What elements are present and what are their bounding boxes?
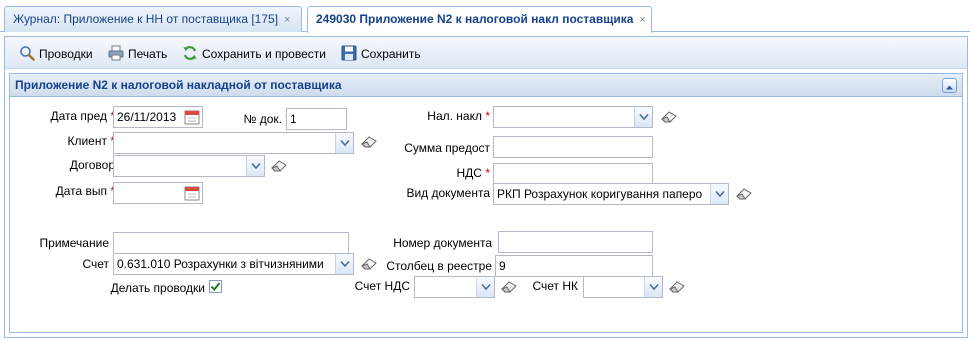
tab-document[interactable]: 249030 Приложение N2 к налоговой накл по… (307, 6, 652, 33)
doc-no-value: 1 (290, 112, 297, 126)
note-label: Примечание (39, 236, 109, 250)
save-and-post-button[interactable]: Сохранить и провести (182, 45, 326, 63)
nk-account-select[interactable] (583, 276, 663, 298)
nds-label: НДС * (456, 166, 490, 180)
document-panel: Проводки Печать Сохранить и провести Сох… (4, 36, 968, 338)
nal-nakl-clear-icon[interactable] (661, 110, 677, 124)
nds-account-clear-icon[interactable] (501, 280, 517, 294)
nk-account-label: Счет НК (532, 279, 578, 293)
column-field[interactable]: 9 (495, 255, 653, 277)
doc-type-clear-icon[interactable] (736, 187, 752, 201)
client-label: Клиент * (67, 134, 115, 148)
tab-journal[interactable]: Журнал: Приложение к НН от поставщика [1… (4, 6, 302, 32)
column-value: 9 (499, 259, 506, 273)
form-header: Приложение N2 к налоговой накладной от п… (9, 73, 963, 97)
nds-account-select[interactable] (414, 276, 495, 298)
column-label: Столбец в реестре (386, 259, 492, 273)
doc-number-field[interactable] (498, 231, 653, 253)
doc-type-select[interactable]: РКП Розрахунок коригування паперо (493, 183, 729, 205)
doc-type-dropdown-icon[interactable] (710, 184, 728, 204)
nal-nakl-label: Нал. накл * (427, 109, 490, 123)
checkmark-icon (210, 282, 221, 292)
printer-icon (108, 45, 124, 61)
account-label: Счет (82, 257, 109, 271)
contract-select[interactable] (113, 155, 265, 177)
save-label: Сохранить (361, 47, 421, 61)
nal-nakl-select[interactable] (493, 106, 653, 128)
nk-account-clear-icon[interactable] (669, 280, 685, 294)
date-pred-field[interactable]: 26/11/2013 (113, 106, 203, 128)
date-vyp-field[interactable] (113, 182, 203, 204)
collapse-up-icon (946, 85, 953, 90)
nal-nakl-dropdown-icon[interactable] (634, 107, 652, 127)
client-clear-icon[interactable] (361, 135, 377, 149)
account-select[interactable]: 0.631.010 Розрахунки з вітчизняними (113, 253, 354, 275)
form-title: Приложение N2 к налоговой накладной от п… (15, 78, 342, 92)
doc-type-label: Вид документа (406, 186, 490, 200)
client-dropdown-icon[interactable] (335, 133, 353, 153)
date-pred-value: 26/11/2013 (117, 110, 177, 124)
make-postings-checkbox[interactable] (209, 280, 222, 293)
nds-account-label: Счет НДС (354, 279, 410, 293)
tab-strip: Журнал: Приложение к НН от поставщика [1… (0, 0, 970, 33)
nk-account-dropdown-icon[interactable] (644, 277, 662, 297)
contract-dropdown-icon[interactable] (246, 156, 264, 176)
tab-journal-close-icon[interactable]: × (284, 14, 290, 26)
magnifier-icon (19, 45, 35, 61)
save-button[interactable]: Сохранить (341, 45, 421, 63)
collapse-button[interactable] (942, 78, 957, 93)
sum-field[interactable] (493, 136, 653, 158)
sum-label: Сумма предост (404, 141, 490, 155)
refresh-icon (182, 45, 198, 61)
calendar-icon[interactable] (184, 185, 200, 201)
contract-label: Договор (69, 158, 115, 172)
toolbar: Проводки Печать Сохранить и провести Сох… (5, 37, 967, 69)
print-label: Печать (128, 47, 168, 61)
doc-no-label: № док. * (243, 112, 290, 126)
tab-journal-label: Журнал: Приложение к НН от поставщика [1… (13, 12, 279, 26)
doc-number-label: Номер документа (393, 236, 492, 250)
save-and-post-label: Сохранить и провести (202, 47, 326, 61)
postings-label: Проводки (39, 47, 93, 61)
tab-document-label: 249030 Приложение N2 к налоговой накл по… (316, 12, 634, 26)
make-postings-label: Делать проводки (110, 281, 205, 295)
nds-field[interactable] (493, 163, 653, 185)
doc-type-value: РКП Розрахунок коригування паперо (497, 187, 703, 201)
account-value: 0.631.010 Розрахунки з вітчизняними (117, 257, 324, 271)
contract-clear-icon[interactable] (271, 159, 287, 173)
postings-button[interactable]: Проводки (19, 45, 93, 63)
nds-account-dropdown-icon[interactable] (476, 277, 494, 297)
print-button[interactable]: Печать (108, 45, 167, 63)
floppy-disk-icon (341, 45, 357, 61)
date-vyp-label: Дата вып * (55, 184, 115, 198)
tab-document-close-icon[interactable]: × (639, 14, 645, 26)
account-dropdown-icon[interactable] (335, 254, 353, 274)
calendar-icon[interactable] (184, 109, 200, 125)
date-pred-label: Дата пред * (50, 109, 115, 123)
note-field[interactable] (113, 232, 349, 254)
client-select[interactable] (113, 132, 354, 154)
doc-no-field[interactable]: 1 (286, 108, 347, 130)
